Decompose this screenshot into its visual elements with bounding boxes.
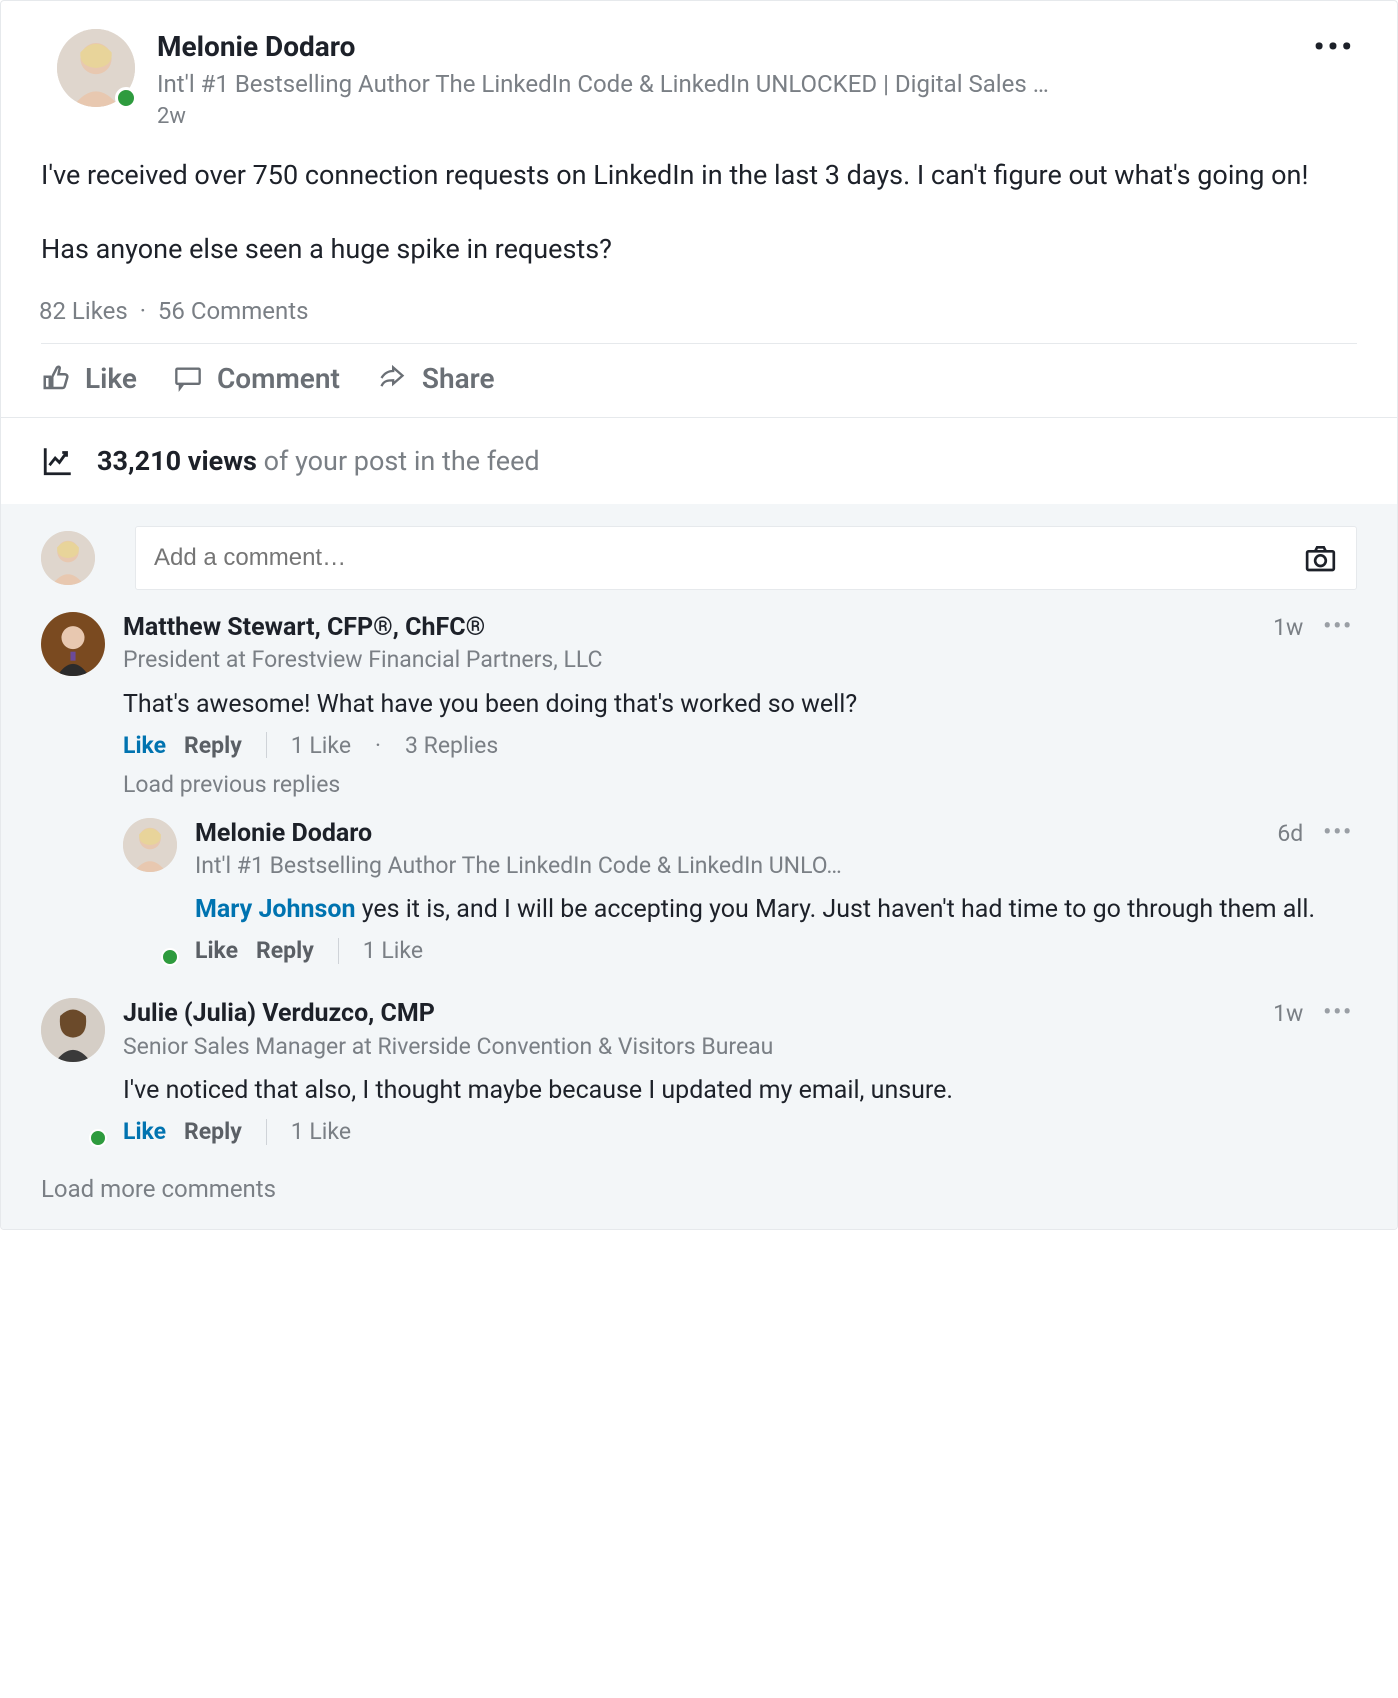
avatar-placeholder-icon: [123, 818, 177, 872]
like-label: Like: [85, 362, 137, 395]
share-button[interactable]: Share: [376, 362, 495, 395]
reply-like-count[interactable]: 1 Like: [363, 937, 423, 964]
likes-count[interactable]: 82 Likes: [39, 297, 128, 325]
comment-timestamp: 1w: [1273, 998, 1303, 1027]
reply-timestamp: 6d: [1277, 818, 1303, 847]
analytics-icon: [41, 444, 75, 478]
commenter-name[interactable]: Julie (Julia) Verduzco, CMP: [123, 998, 1257, 1031]
divider: [338, 938, 339, 964]
reply-like-button[interactable]: Like: [195, 937, 238, 964]
comment-like-button[interactable]: Like: [123, 1118, 166, 1145]
comment-like-count[interactable]: 1 Like: [291, 732, 351, 759]
post-card: Melonie Dodaro Int'l #1 Bestselling Auth…: [0, 0, 1398, 1230]
reply-text-rest: yes it is, and I will be accepting you M…: [356, 895, 1316, 924]
comment-reply-button[interactable]: Reply: [184, 732, 242, 759]
more-icon: •••: [1323, 820, 1353, 845]
comment-text: I've noticed that also, I thought maybe …: [123, 1063, 1357, 1118]
reply-reply-button[interactable]: Reply: [256, 937, 314, 964]
comment-text: That's awesome! What have you been doing…: [123, 677, 1357, 732]
post-body: I've received over 750 connection reques…: [1, 139, 1397, 281]
avatar-placeholder-icon: [41, 998, 105, 1062]
self-avatar[interactable]: [41, 531, 95, 585]
stats-separator: ·: [369, 732, 387, 759]
add-comment-row: [41, 526, 1357, 590]
comment-header: Julie (Julia) Verduzco, CMP Senior Sales…: [123, 998, 1357, 1063]
stats-separator: ·: [134, 297, 152, 325]
post-stats: 82 Likes · 56 Comments: [1, 281, 1397, 343]
reply-actions: Like Reply 1 Like: [195, 937, 1357, 964]
replier-subtitle: Int'l #1 Bestselling Author The LinkedIn…: [195, 850, 1261, 882]
comment-reply-button[interactable]: Reply: [184, 1118, 242, 1145]
author-subtitle: Int'l #1 Bestselling Author The LinkedIn…: [157, 64, 1310, 100]
post-actions: Like Comment Share: [1, 344, 1397, 417]
presence-indicator-icon: [115, 87, 137, 109]
reply-header: Melonie Dodaro Int'l #1 Bestselling Auth…: [195, 818, 1357, 883]
comment-timestamp: 1w: [1273, 612, 1303, 641]
comment-input-wrap: [135, 526, 1357, 590]
presence-indicator-icon: [161, 948, 179, 966]
replier-avatar[interactable]: [123, 818, 177, 965]
avatar-placeholder-icon: [41, 612, 105, 676]
post-header: Melonie Dodaro Int'l #1 Bestselling Auth…: [1, 1, 1397, 139]
camera-icon[interactable]: [1303, 542, 1338, 574]
comments-count[interactable]: 56 Comments: [158, 297, 309, 325]
post-paragraph: I've received over 750 connection reques…: [41, 157, 1357, 195]
views-count: 33,210 views: [97, 445, 257, 477]
comment: Matthew Stewart, CFP®, ChFC® President a…: [41, 612, 1357, 988]
divider: [266, 1119, 267, 1145]
avatar-placeholder-icon: [41, 531, 95, 585]
comment-reply-count[interactable]: 3 Replies: [405, 732, 498, 759]
comment-actions: Like Reply 1 Like · 3 Replies: [123, 732, 1357, 759]
more-icon: •••: [1323, 614, 1353, 639]
comment-actions: Like Reply 1 Like: [123, 1118, 1357, 1145]
reply-text: Mary Johnson yes it is, and I will be ac…: [195, 882, 1357, 937]
comment-label: Comment: [217, 362, 340, 395]
comment-more-menu[interactable]: •••: [1319, 612, 1357, 642]
author-avatar[interactable]: [57, 29, 135, 107]
post-more-menu[interactable]: •••: [1310, 29, 1359, 67]
comment-like-count[interactable]: 1 Like: [291, 1118, 351, 1145]
more-icon: •••: [1323, 1000, 1353, 1025]
share-icon: [376, 364, 408, 392]
commenter-avatar[interactable]: [41, 998, 105, 1145]
comment-icon: [173, 364, 203, 392]
divider: [266, 732, 267, 758]
views-suffix: of your post in the feed: [257, 445, 540, 477]
reply: Melonie Dodaro Int'l #1 Bestselling Auth…: [123, 818, 1357, 977]
commenter-subtitle: Senior Sales Manager at Riverside Conven…: [123, 1031, 1257, 1063]
post-timestamp[interactable]: 2w: [157, 100, 1310, 129]
comments-section: Matthew Stewart, CFP®, ChFC® President a…: [1, 504, 1397, 1229]
replier-name[interactable]: Melonie Dodaro: [195, 818, 1261, 851]
load-more-comments[interactable]: Load more comments: [41, 1157, 1357, 1203]
reply-more-menu[interactable]: •••: [1319, 818, 1357, 848]
share-label: Share: [422, 362, 495, 395]
commenter-name[interactable]: Matthew Stewart, CFP®, ChFC®: [123, 612, 1257, 645]
like-button[interactable]: Like: [41, 362, 137, 395]
thumb-up-icon: [41, 363, 71, 393]
more-icon: •••: [1314, 30, 1355, 65]
post-paragraph: Has anyone else seen a huge spike in req…: [41, 231, 1357, 269]
author-info: Melonie Dodaro Int'l #1 Bestselling Auth…: [157, 29, 1310, 129]
commenter-avatar[interactable]: [41, 612, 105, 976]
presence-indicator-icon: [89, 1129, 107, 1147]
comment-button[interactable]: Comment: [173, 362, 340, 395]
commenter-subtitle: President at Forestview Financial Partne…: [123, 644, 1257, 676]
views-bar[interactable]: 33,210 views of your post in the feed: [1, 417, 1397, 504]
mention[interactable]: Mary Johnson: [195, 895, 356, 924]
comment: Julie (Julia) Verduzco, CMP Senior Sales…: [41, 998, 1357, 1157]
views-text: 33,210 views of your post in the feed: [97, 445, 540, 477]
comment-header: Matthew Stewart, CFP®, ChFC® President a…: [123, 612, 1357, 677]
author-name[interactable]: Melonie Dodaro: [157, 29, 1310, 64]
comment-like-button[interactable]: Like: [123, 732, 166, 759]
comment-more-menu[interactable]: •••: [1319, 998, 1357, 1028]
comment-input[interactable]: [154, 544, 1303, 572]
load-previous-replies[interactable]: Load previous replies: [123, 759, 1357, 808]
